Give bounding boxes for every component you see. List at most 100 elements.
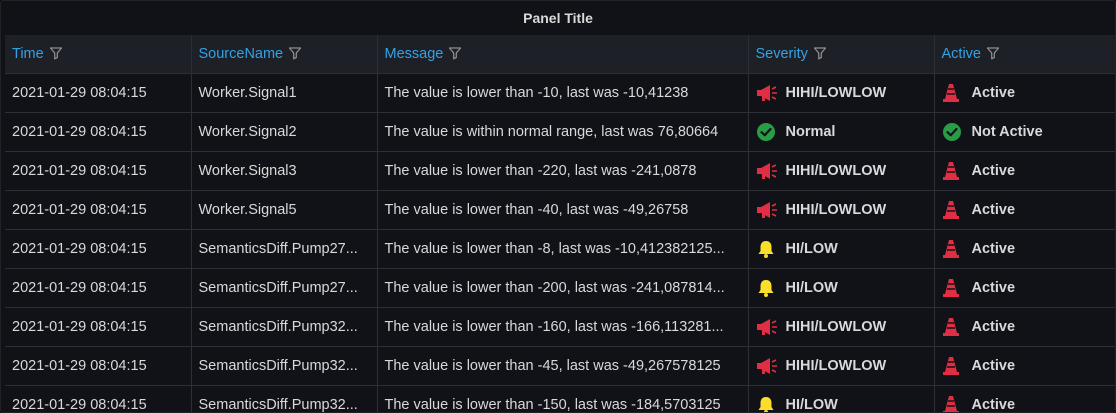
table-row[interactable]: 2021-01-29 08:04:15 Worker.Signal2 The val…: [5, 112, 1115, 152]
severity-label: HIHI/LOWLOW: [785, 85, 887, 101]
severity-label: HIHI/LOWLOW: [785, 358, 887, 374]
cell-source: Worker.Signal5: [191, 190, 378, 230]
cell-active: Active: [934, 229, 1115, 269]
cone-icon: [942, 395, 960, 412]
cell-severity: HI/LOW: [748, 229, 935, 269]
cell-source: SemanticsDiff.Pump27...: [191, 229, 378, 269]
cell-message: The value is lower than -220, last was -…: [377, 151, 749, 191]
bell-icon: [756, 239, 776, 259]
active-label: Active: [971, 202, 1016, 218]
megaphone-icon: [756, 357, 778, 375]
bell-icon: [756, 395, 776, 412]
filter-icon[interactable]: [448, 46, 462, 60]
cell-message: The value is lower than -8, last was -10…: [377, 229, 749, 269]
cone-icon: [942, 317, 960, 337]
active-label: Active: [971, 163, 1016, 179]
table-row[interactable]: 2021-01-29 08:04:15 SemanticsDiff.Pump32.…: [5, 346, 1115, 386]
cell-message: The value is lower than -45, last was -4…: [377, 346, 749, 386]
megaphone-icon: [756, 318, 778, 336]
cell-source: SemanticsDiff.Pump32...: [191, 346, 378, 386]
cone-icon: [942, 83, 960, 103]
table-row[interactable]: 2021-01-29 08:04:15 SemanticsDiff.Pump32.…: [5, 307, 1115, 347]
cell-time: 2021-01-29 08:04:15: [5, 151, 192, 191]
cell-severity: HI/LOW: [748, 268, 935, 308]
severity-label: Normal: [785, 124, 836, 140]
filter-icon[interactable]: [813, 46, 827, 60]
cell-severity: Normal: [748, 112, 935, 152]
severity-label: HI/LOW: [785, 397, 838, 413]
active-label: Active: [971, 280, 1016, 296]
active-label: Active: [971, 241, 1016, 257]
megaphone-icon: [756, 84, 778, 102]
cell-active: Active: [934, 151, 1115, 191]
cell-message: The value is within normal range, last w…: [377, 112, 749, 152]
column-header-sourcename[interactable]: SourceName: [191, 35, 378, 74]
bell-icon: [756, 278, 776, 298]
cell-time: 2021-01-29 08:04:15: [5, 229, 192, 269]
column-header-label: Active: [941, 46, 982, 62]
active-label: Active: [971, 358, 1016, 374]
cell-severity: HIHI/LOWLOW: [748, 190, 935, 230]
table-row[interactable]: 2021-01-29 08:04:15 Worker.Signal5 The val…: [5, 190, 1115, 230]
megaphone-icon: [756, 162, 778, 180]
cell-severity: HI/LOW: [748, 385, 935, 413]
alarm-table: Time SourceName Message Severity Active 2021…: [5, 35, 1115, 413]
cell-severity: HIHI/LOWLOW: [748, 346, 935, 386]
cell-severity: HIHI/LOWLOW: [748, 151, 935, 191]
table-row[interactable]: 2021-01-29 08:04:15 SemanticsDiff.Pump27.…: [5, 268, 1115, 308]
active-label: Active: [971, 319, 1016, 335]
cell-time: 2021-01-29 08:04:15: [5, 268, 192, 308]
panel: Panel Title Time SourceName Message Severit…: [0, 0, 1116, 413]
cell-source: Worker.Signal2: [191, 112, 378, 152]
cell-time: 2021-01-29 08:04:15: [5, 73, 192, 113]
cell-active: Active: [934, 73, 1115, 113]
column-header-active[interactable]: Active: [934, 35, 1115, 74]
table-row[interactable]: 2021-01-29 08:04:15 Worker.Signal3 The val…: [5, 151, 1115, 191]
cone-icon: [942, 278, 960, 298]
column-header-severity[interactable]: Severity: [748, 35, 935, 74]
column-header-label: Time: [12, 46, 44, 62]
severity-label: HI/LOW: [785, 241, 838, 257]
cell-active: Active: [934, 385, 1115, 413]
cell-message: The value is lower than -160, last was -…: [377, 307, 749, 347]
cone-icon: [942, 200, 960, 220]
cell-source: Worker.Signal1: [191, 73, 378, 113]
filter-icon[interactable]: [49, 46, 63, 60]
column-header-label: Severity: [755, 46, 808, 62]
severity-label: HIHI/LOWLOW: [785, 163, 887, 179]
cone-icon: [942, 239, 960, 259]
cell-severity: HIHI/LOWLOW: [748, 307, 935, 347]
column-header-message[interactable]: Message: [377, 35, 749, 74]
cell-message: The value is lower than -200, last was -…: [377, 268, 749, 308]
severity-label: HIHI/LOWLOW: [785, 202, 887, 218]
cell-source: SemanticsDiff.Pump32...: [191, 307, 378, 347]
check-circle-icon: [942, 122, 962, 142]
column-header-label: Message: [384, 46, 444, 62]
cell-active: Active: [934, 190, 1115, 230]
cell-source: Worker.Signal3: [191, 151, 378, 191]
cell-active: Active: [934, 268, 1115, 308]
cell-active: Active: [934, 307, 1115, 347]
cell-source: SemanticsDiff.Pump27...: [191, 268, 378, 308]
cell-time: 2021-01-29 08:04:15: [5, 385, 192, 412]
severity-label: HI/LOW: [785, 280, 838, 296]
check-circle-icon: [756, 122, 776, 142]
cell-active: Not Active: [934, 112, 1115, 152]
cell-time: 2021-01-29 08:04:15: [5, 112, 192, 152]
table-row[interactable]: 2021-01-29 08:04:15 SemanticsDiff.Pump27.…: [5, 229, 1115, 269]
table-header-row: Time SourceName Message Severity Active: [5, 35, 1115, 74]
filter-icon[interactable]: [986, 46, 1000, 60]
cell-message: The value is lower than -150, last was -…: [377, 385, 749, 412]
cone-icon: [942, 356, 960, 376]
active-label: Active: [971, 397, 1016, 413]
filter-icon[interactable]: [288, 46, 302, 60]
cell-severity: HIHI/LOWLOW: [748, 73, 935, 113]
panel-title[interactable]: Panel Title: [1, 1, 1115, 35]
active-label: Active: [971, 85, 1016, 101]
column-header-time[interactable]: Time: [5, 35, 192, 74]
cell-time: 2021-01-29 08:04:15: [5, 190, 192, 230]
table-row[interactable]: 2021-01-29 08:04:15 Worker.Signal1 The val…: [5, 73, 1115, 113]
table-row[interactable]: 2021-01-29 08:04:15 SemanticsDiff.Pump32.…: [5, 385, 1115, 413]
cone-icon: [942, 161, 960, 181]
cell-time: 2021-01-29 08:04:15: [5, 346, 192, 386]
